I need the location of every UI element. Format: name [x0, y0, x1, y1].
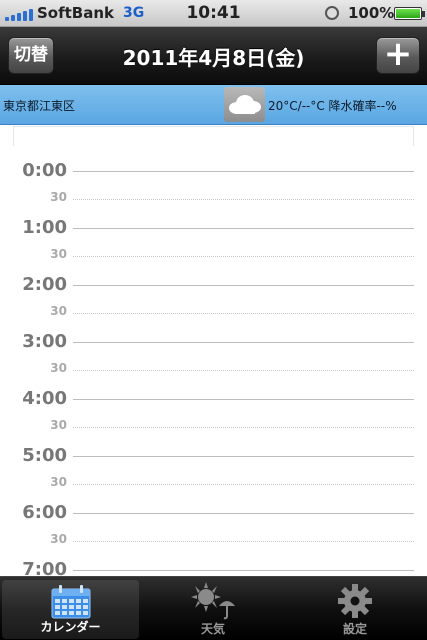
page-title: 2011年4月8日(金) — [122, 46, 305, 70]
tab-bar: カレンダー 天気 設定 — [0, 576, 427, 640]
hour-row[interactable]: 3:00 30 — [0, 331, 427, 375]
hour-divider — [73, 570, 414, 571]
add-event-button[interactable]: + — [376, 37, 420, 74]
gear-icon — [338, 584, 372, 618]
hour-row[interactable]: 4:00 30 — [0, 388, 427, 432]
battery-icon — [394, 7, 425, 20]
tab-label: 設定 — [342, 622, 367, 636]
cloud-icon — [224, 87, 265, 122]
tab-settings[interactable]: 設定 — [284, 577, 426, 640]
timeline-top-edge — [13, 126, 414, 146]
hour-label: 2:00 — [22, 274, 67, 295]
hour-label: 3:00 — [22, 331, 67, 352]
half-hour-label: 30 — [50, 190, 67, 204]
half-hour-label: 30 — [50, 304, 67, 318]
alarm-icon — [325, 6, 339, 20]
weather-bar[interactable]: 東京都江東区 20°C/--°C 降水確率--% — [0, 85, 427, 125]
hour-divider — [73, 513, 414, 514]
hour-row[interactable]: 6:00 30 — [0, 502, 427, 546]
hour-divider — [73, 171, 414, 172]
hour-row[interactable]: 0:00 30 — [0, 160, 427, 204]
tab-label: カレンダー — [40, 620, 101, 634]
tab-calendar[interactable]: カレンダー — [2, 580, 139, 639]
navigation-bar: 切替 2011年4月8日(金) + — [0, 27, 427, 85]
hour-label: 5:00 — [22, 445, 67, 466]
hour-row[interactable]: 5:00 30 — [0, 445, 427, 489]
battery-percent: 100% — [348, 4, 395, 22]
half-hour-label: 30 — [50, 475, 67, 489]
day-timeline[interactable]: 0:00 30 1:00 30 2:00 30 3:00 30 4:00 30 … — [0, 126, 427, 576]
hour-label: 4:00 — [22, 388, 67, 409]
half-hour-divider — [73, 427, 414, 428]
tab-label: 天気 — [200, 622, 225, 636]
status-bar: SoftBank 3G 10:41 100% — [0, 0, 427, 27]
weather-location: 東京都江東区 — [3, 99, 76, 113]
hour-divider — [73, 342, 414, 343]
hour-row[interactable]: 1:00 30 — [0, 217, 427, 261]
half-hour-label: 30 — [50, 418, 67, 432]
calendar-icon — [51, 585, 90, 619]
half-hour-divider — [73, 541, 414, 542]
half-hour-label: 30 — [50, 247, 67, 261]
hour-divider — [73, 228, 414, 229]
half-hour-label: 30 — [50, 361, 67, 375]
tab-weather[interactable]: 天気 — [142, 577, 284, 640]
half-hour-divider — [73, 256, 414, 257]
hour-label: 7:00 — [22, 559, 67, 576]
half-hour-divider — [73, 199, 414, 200]
hour-label: 1:00 — [22, 217, 67, 238]
half-hour-divider — [73, 484, 414, 485]
half-hour-divider — [73, 313, 414, 314]
hour-divider — [73, 456, 414, 457]
hour-row[interactable]: 2:00 30 — [0, 274, 427, 318]
hour-label: 0:00 — [22, 160, 67, 181]
half-hour-divider — [73, 370, 414, 371]
hour-label: 6:00 — [22, 502, 67, 523]
hour-divider — [73, 285, 414, 286]
weather-icon — [191, 582, 235, 620]
hour-divider — [73, 399, 414, 400]
switch-button[interactable]: 切替 — [8, 37, 54, 74]
half-hour-label: 30 — [50, 532, 67, 546]
weather-summary: 20°C/--°C 降水確率--% — [268, 99, 397, 113]
